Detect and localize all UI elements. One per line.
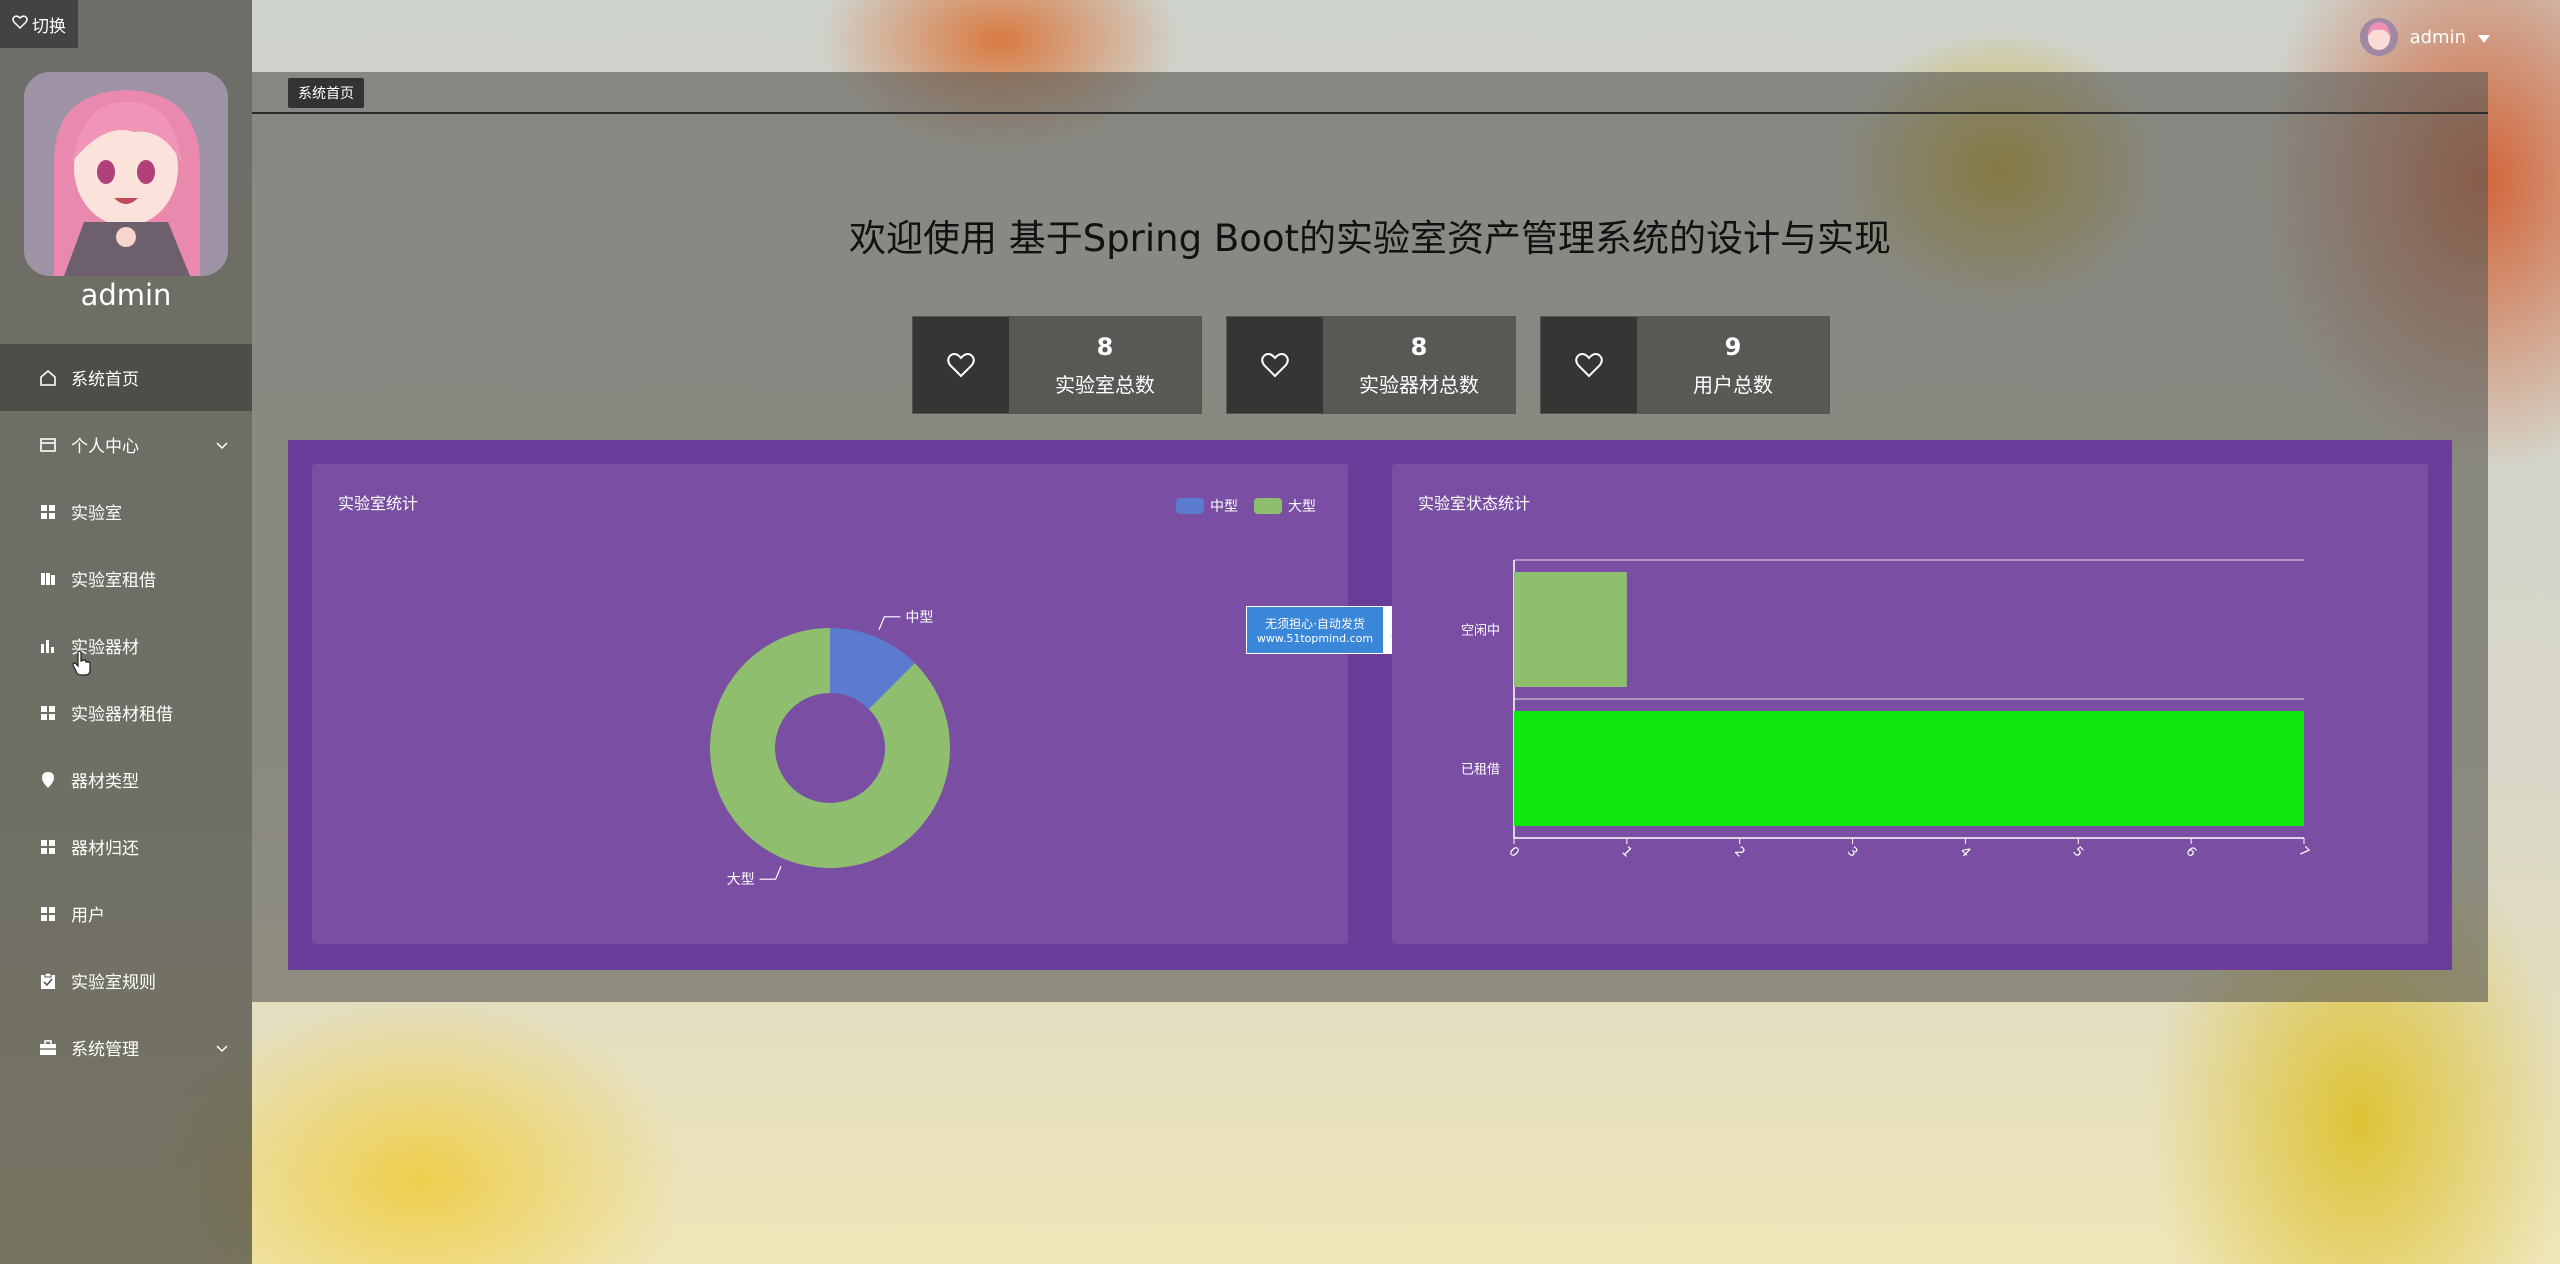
anime-avatar-image (24, 72, 228, 276)
stat-label: 用户总数 (1693, 372, 1773, 397)
sidebar-item-label: 用户 (71, 906, 105, 926)
lab-stats-chart-card: 实验室统计 中型 大型 中型 大型 无须担心·自动发货 www.51topmind.… (312, 464, 1430, 944)
profile-icon (38, 435, 58, 455)
stat-card-users: 9 用户总数 (1540, 316, 1830, 414)
sidebar-item-equipment[interactable]: 实验器材 (0, 612, 252, 679)
briefcase-icon (38, 1038, 58, 1058)
sidebar-item-home[interactable]: 系统首页 (0, 344, 252, 411)
theme-switch-button[interactable]: 切换 (0, 0, 78, 48)
legend-swatch[interactable] (1254, 498, 1282, 514)
chevron-down-icon (216, 435, 228, 455)
sidebar-item-system[interactable]: 系统管理 (0, 1014, 252, 1081)
home-icon (38, 368, 58, 388)
stat-value: 9 (1724, 332, 1742, 361)
x-tick-label: 4 (1957, 844, 1973, 860)
grid-icon (38, 703, 58, 723)
pie-slice[interactable] (710, 628, 951, 868)
sidebar-item-label: 器材归还 (71, 839, 139, 859)
sidebar-item-label: 实验室规则 (71, 973, 156, 993)
sidebar-item-users[interactable]: 用户 (0, 880, 252, 947)
stat-card-equipment: 8 实验器材总数 (1226, 316, 1516, 414)
pie-chart: 中型 大型 中型大型 (710, 498, 1316, 888)
watermark-line1: 无须担心·自动发货 (1265, 617, 1365, 631)
breadcrumb-bar: 系统首页 (252, 72, 2488, 114)
hand-cursor-icon (72, 650, 92, 681)
user-menu[interactable]: admin (2359, 16, 2490, 58)
stat-value: 8 (1410, 332, 1428, 361)
bar-chart-icon (38, 636, 58, 656)
bar[interactable] (1514, 572, 1627, 687)
heart-icon (12, 14, 28, 34)
sidebar-item-label: 实验器材租借 (71, 705, 173, 725)
bar[interactable] (1514, 711, 2304, 826)
main-panel: 系统首页 欢迎使用 基于Spring Boot的实验室资产管理系统的设计与实现 … (252, 72, 2488, 1002)
sidebar-menu: 系统首页 个人中心 实验室 实验室租借 实验器材 实验器材租借 器材类型 器材归… (0, 344, 252, 1081)
stat-label: 实验器材总数 (1359, 372, 1479, 397)
chevron-down-icon (216, 1038, 228, 1058)
heart-icon (1541, 317, 1637, 413)
legend-label: 中型 (1210, 499, 1238, 515)
lab-status-chart-card: 实验室状态统计 空闲中 已租借 01234567 (1392, 464, 2428, 944)
x-tick-label: 6 (2183, 844, 2199, 860)
heart-icon (913, 317, 1009, 413)
pie-label-line (759, 866, 782, 880)
sidebar-item-label: 系统首页 (71, 370, 139, 390)
stat-value: 8 (1096, 332, 1114, 361)
sidebar-item-label: 系统管理 (71, 1040, 139, 1060)
sidebar-item-equipment-type[interactable]: 器材类型 (0, 746, 252, 813)
heart-icon (1227, 317, 1323, 413)
page-title: 欢迎使用 基于Spring Boot的实验室资产管理系统的设计与实现 (848, 217, 1892, 260)
pie-label: 大型 (727, 872, 755, 888)
avatar (24, 72, 228, 276)
x-tick-label: 0 (1505, 844, 1521, 860)
sidebar-item-label: 实验室 (71, 504, 122, 524)
x-tick-label: 5 (2070, 844, 2086, 860)
sidebar-item-equipment-rental[interactable]: 实验器材租借 (0, 679, 252, 746)
x-tick-label: 2 (1731, 844, 1747, 860)
sidebar-item-lab-rental[interactable]: 实验室租借 (0, 545, 252, 612)
sidebar-item-profile[interactable]: 个人中心 (0, 411, 252, 478)
breadcrumb[interactable]: 系统首页 (288, 78, 364, 108)
legend-label: 大型 (1288, 499, 1316, 515)
grid-icon (38, 837, 58, 857)
charts-container: 实验室统计 中型 大型 中型 大型 无须担心·自动发货 www.51topmind.… (288, 440, 2452, 970)
sidebar: admin 系统首页 个人中心 实验室 实验室租借 实验器材 实验器材租借 器材… (0, 0, 252, 1264)
legend-swatch[interactable] (1176, 498, 1204, 514)
switch-label: 切换 (32, 16, 66, 37)
sidebar-item-lab-rules[interactable]: 实验室规则 (0, 947, 252, 1014)
sidebar-item-equipment-return[interactable]: 器材归还 (0, 813, 252, 880)
grid-icon (38, 904, 58, 924)
category-label: 已租借 (1461, 763, 1500, 778)
user-avatar (2359, 18, 2398, 56)
sidebar-item-label: 器材类型 (71, 772, 139, 792)
topbar-username: admin (2409, 26, 2466, 48)
x-tick-label: 1 (1618, 844, 1634, 860)
caret-down-icon (2478, 27, 2490, 48)
x-tick-label: 7 (2295, 844, 2311, 860)
pie-label-line (878, 616, 901, 630)
stat-card-labs: 8 实验室总数 (912, 316, 1202, 414)
watermark-line2: www.51topmind.com (1256, 632, 1374, 645)
bar-chart: 空闲中已租借 0 1 2 3 4 5 6 7 (1461, 559, 2312, 861)
sidebar-username: admin (80, 278, 172, 312)
location-icon (38, 770, 58, 790)
x-tick-label: 3 (1844, 844, 1860, 860)
book-icon (38, 569, 58, 589)
sidebar-item-label: 实验室租借 (71, 571, 156, 591)
sidebar-item-label: 个人中心 (71, 437, 139, 457)
stat-label: 实验室总数 (1055, 372, 1155, 397)
pie-label: 中型 (905, 610, 933, 626)
grid-icon (38, 502, 58, 522)
clipboard-icon (38, 971, 58, 991)
category-label: 空闲中 (1461, 624, 1500, 639)
sidebar-item-lab[interactable]: 实验室 (0, 478, 252, 545)
